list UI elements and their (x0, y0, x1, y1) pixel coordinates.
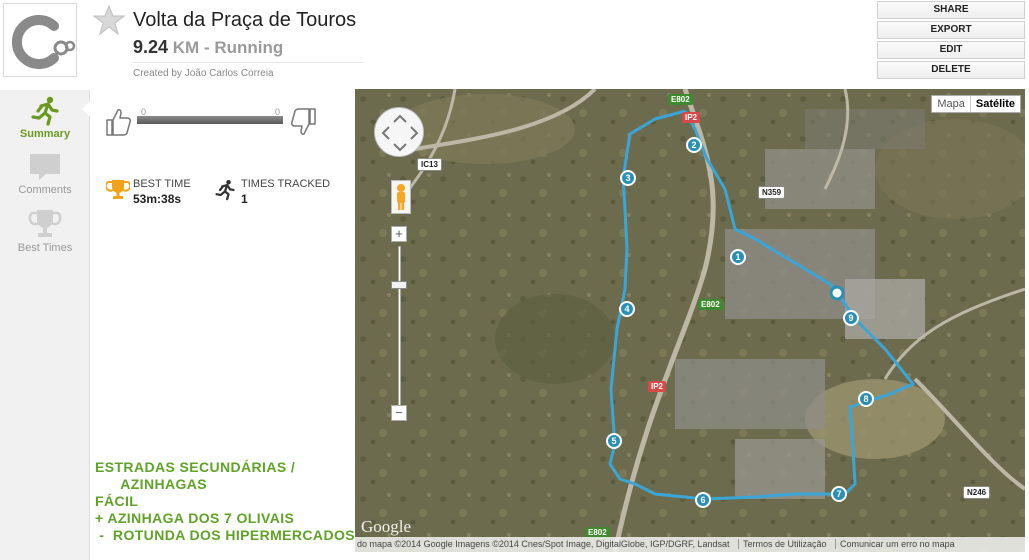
road-label-e802-mid: E802 (698, 299, 723, 310)
times-tracked-label: TIMES TRACKED (241, 178, 331, 190)
times-tracked-value: 1 (241, 192, 248, 206)
route-marker-2[interactable]: 2 (686, 137, 702, 153)
comment-icon (30, 154, 60, 180)
pegman-icon (397, 184, 405, 210)
route-marker-4[interactable]: 4 (619, 301, 635, 317)
map-type-control: Mapa Satélite (931, 95, 1021, 113)
logo-icon (11, 15, 76, 69)
nav-best-times-label: Best Times (17, 242, 73, 254)
map-type-satellite[interactable]: Satélite (969, 96, 1020, 112)
active-indicator (82, 100, 91, 118)
svg-text:2: 2 (691, 140, 696, 150)
zoom-in-button[interactable]: + (391, 226, 407, 242)
nav-summary[interactable]: Summary (0, 96, 90, 140)
svg-text:4: 4 (624, 304, 629, 314)
sidebar: Summary Comments Best Times (0, 90, 91, 560)
best-time-label: BEST TIME (133, 178, 191, 190)
road-label-ip2-top: IP2 (682, 112, 701, 123)
route-markers: 1 2 3 4 5 6 7 8 9 (606, 137, 874, 508)
attribution-text: do mapa ©2014 Google Imagens ©2014 Cnes/… (357, 539, 730, 549)
svg-text:1: 1 (735, 252, 740, 262)
svg-text:8: 8 (863, 394, 868, 404)
route-distance: 9.24 KM - Running (133, 37, 283, 58)
share-button[interactable]: SHARE (877, 1, 1025, 19)
svg-text:3: 3 (625, 173, 630, 183)
zoom-out-button[interactable]: − (391, 405, 407, 421)
nav-comments[interactable]: Comments (0, 152, 90, 196)
terms-link[interactable]: Termos de Utilização (738, 539, 827, 549)
report-error-link[interactable]: Comunicar um erro no mapa (835, 539, 955, 549)
route-start-marker[interactable] (829, 285, 845, 301)
map-attribution: do mapa ©2014 Google Imagens ©2014 Cnes/… (355, 537, 1025, 552)
route-marker-9[interactable]: 9 (843, 310, 859, 326)
vote-ratio-bar (137, 116, 283, 124)
nav-summary-label: Summary (19, 128, 71, 140)
thumbs-up-icon[interactable] (104, 107, 132, 137)
edit-button[interactable]: EDIT (877, 41, 1025, 59)
nav-comments-label: Comments (18, 184, 72, 196)
delete-button[interactable]: DELETE (877, 61, 1025, 79)
svg-text:9: 9 (848, 313, 853, 323)
route-marker-8[interactable]: 8 (858, 391, 874, 407)
times-tracked-runner-icon (215, 179, 235, 201)
header-divider (133, 62, 363, 63)
route-marker-7[interactable]: 7 (831, 486, 847, 502)
action-buttons: SHARE EXPORT EDIT DELETE (877, 1, 1025, 81)
app-logo[interactable] (3, 3, 77, 77)
nav-best-times[interactable]: Best Times (0, 208, 90, 254)
street-view-pegman[interactable] (391, 180, 411, 214)
svg-text:6: 6 (700, 495, 705, 505)
road-label-n359: N359 (758, 186, 786, 199)
pan-arrows-icon (381, 114, 419, 152)
distance-unit: KM (172, 38, 200, 57)
road-label-ip2-mid: IP2 (648, 381, 667, 392)
created-by: Created by João Carlos Correia (133, 68, 274, 79)
route-map[interactable]: 1 2 3 4 5 6 7 8 9 E802 IP2 E802 IP2 E802… (355, 89, 1025, 552)
zoom-slider-handle[interactable] (391, 281, 407, 289)
downvote-count: 0 (275, 107, 281, 117)
road-label-n246: N246 (963, 486, 991, 499)
route-description: ESTRADAS SECUNDÁRIAS / AZINHAGAS FÁCIL +… (95, 459, 355, 543)
favorite-star-icon[interactable] (93, 4, 125, 36)
runner-icon (31, 96, 59, 126)
export-button[interactable]: EXPORT (877, 21, 1025, 39)
route-marker-1[interactable]: 1 (730, 249, 746, 265)
route-marker-6[interactable]: 6 (695, 492, 711, 508)
route-marker-3[interactable]: 3 (620, 170, 636, 186)
map-type-map[interactable]: Mapa (932, 96, 970, 112)
road-label-e802-top: E802 (668, 94, 693, 105)
road-label-ic13: IC13 (417, 158, 442, 171)
best-time-trophy-icon (106, 180, 130, 199)
best-time-value: 53m:38s (133, 192, 182, 206)
thumbs-down-icon[interactable] (290, 107, 318, 137)
activity-type: - Running (203, 38, 284, 57)
trophy-icon (28, 210, 62, 237)
svg-text:5: 5 (611, 436, 616, 446)
svg-text:7: 7 (836, 489, 841, 499)
zoom-slider-track[interactable] (398, 246, 401, 406)
distance-value: 9.24 (133, 37, 169, 57)
route-title: Volta da Praça de Touros (133, 9, 357, 31)
google-logo: Google (361, 517, 412, 536)
pan-control[interactable] (374, 107, 424, 157)
route-marker-5[interactable]: 5 (606, 433, 622, 449)
